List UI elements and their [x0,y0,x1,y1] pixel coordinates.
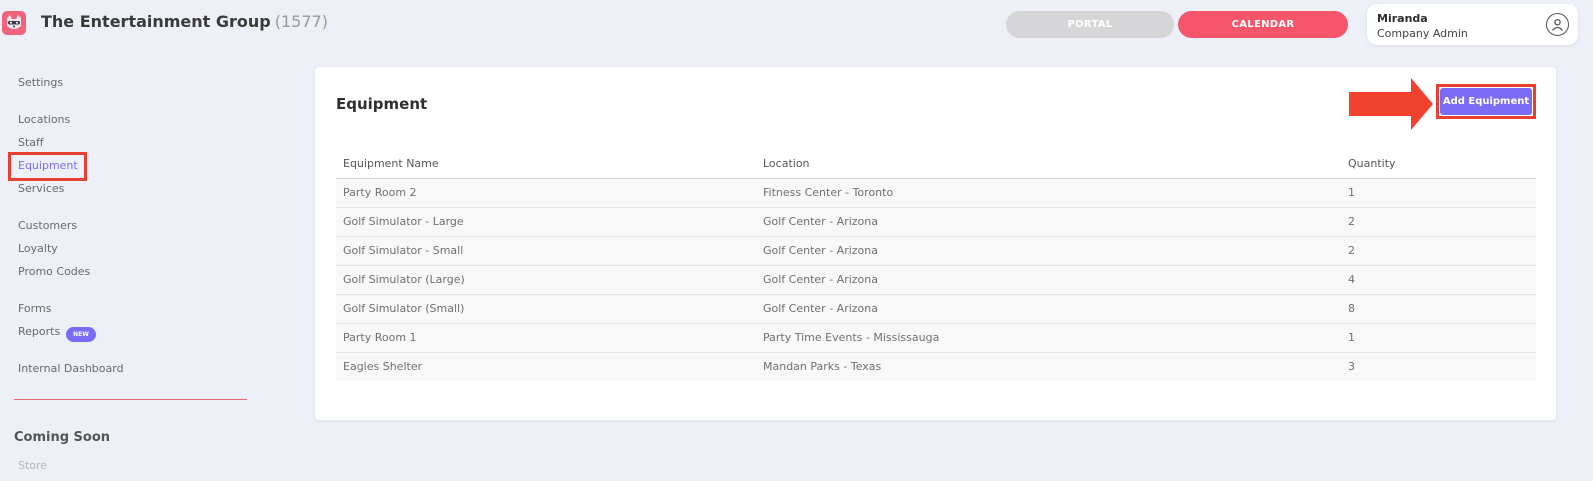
equipment-panel: Equipment Add Equipment Equipment Name L… [315,67,1556,420]
sidebar-item-internal-dashboard[interactable]: Internal Dashboard [18,362,124,375]
location-cell: Golf Center - Arizona [756,265,1341,295]
sidebar-nav: Settings Locations Staff Equipment Servi… [0,0,260,481]
calendar-button[interactable]: CALENDAR [1178,11,1348,38]
portal-button[interactable]: PORTAL [1006,11,1174,38]
sidebar-item-settings[interactable]: Settings [18,76,63,89]
quantity-cell: 3 [1348,360,1355,374]
equipment-table: Equipment Name Location Quantity Party R… [336,149,1536,381]
user-menu[interactable]: Miranda Company Admin [1367,4,1578,45]
add-equipment-button[interactable]: Add Equipment [1440,88,1532,115]
location-cell: Golf Center - Arizona [756,207,1341,237]
table-row[interactable]: Golf Simulator (Large) Golf Center - Ari… [336,265,1536,295]
table-row[interactable]: Golf Simulator (Small) Golf Center - Ari… [336,294,1536,324]
table-row[interactable]: Party Room 2 Fitness Center - Toronto 1 [336,178,1536,208]
location-cell: Fitness Center - Toronto [756,178,1341,208]
sidebar-item-staff[interactable]: Staff [18,136,44,149]
sidebar-item-locations[interactable]: Locations [18,113,70,126]
sidebar-item-promo-codes[interactable]: Promo Codes [18,265,90,278]
equipment-name-cell: Golf Simulator (Large) [336,265,756,295]
quantity-cell: 8 [1341,294,1536,324]
equipment-name-cell: Eagles Shelter [343,360,423,374]
column-header-equipment-name[interactable]: Equipment Name [336,149,756,179]
sidebar-item-services[interactable]: Services [18,182,64,195]
location-cell: Golf Center - Arizona [756,236,1341,266]
sidebar-item-forms[interactable]: Forms [18,302,51,315]
new-badge: NEW [66,327,96,342]
equipment-name-cell: Golf Simulator - Large [336,207,756,237]
equipment-name-cell: Golf Simulator - Small [336,236,756,266]
company-id-count: (1577) [274,12,328,31]
user-name: Miranda [1377,12,1428,25]
equipment-name-cell: Party Room 2 [336,178,756,208]
column-header-location[interactable]: Location [756,149,1341,179]
quantity-cell: 2 [1341,207,1536,237]
sidebar-item-loyalty[interactable]: Loyalty [18,242,58,255]
user-role: Company Admin [1377,27,1468,40]
equipment-name-cell: Party Room 1 [336,323,756,353]
quantity-cell: 4 [1341,265,1536,295]
equipment-name-cell: Golf Simulator (Small) [336,294,756,324]
table-row[interactable]: Party Room 1 Party Time Events - Mississ… [336,323,1536,353]
user-circle-icon[interactable] [1546,13,1569,36]
location-cell: Party Time Events - Mississauga [756,323,1341,353]
table-row[interactable]: Golf Simulator - Large Golf Center - Ari… [336,207,1536,237]
page-title: Equipment [336,95,428,113]
sidebar-item-equipment[interactable]: Equipment [18,159,78,172]
column-header-quantity[interactable]: Quantity [1341,149,1536,179]
coming-soon-heading: Coming Soon [14,430,111,445]
quantity-cell: 1 [1341,178,1536,208]
sidebar-item-customers[interactable]: Customers [18,219,77,232]
quantity-cell: 1 [1341,323,1536,353]
table-header-row: Equipment Name Location Quantity [336,149,1536,179]
sidebar-divider [14,399,247,400]
table-row[interactable]: Eagles Shelter Mandan Parks - Texas 3 [336,352,1536,381]
quantity-cell: 2 [1341,236,1536,266]
arrow-right-icon [1349,78,1433,130]
sidebar-item-reports[interactable]: Reports [18,325,60,338]
location-cell: Mandan Parks - Texas [763,360,882,374]
table-row[interactable]: Golf Simulator - Small Golf Center - Ari… [336,236,1536,266]
location-cell: Golf Center - Arizona [756,294,1341,324]
sidebar-item-store: Store [18,459,48,472]
